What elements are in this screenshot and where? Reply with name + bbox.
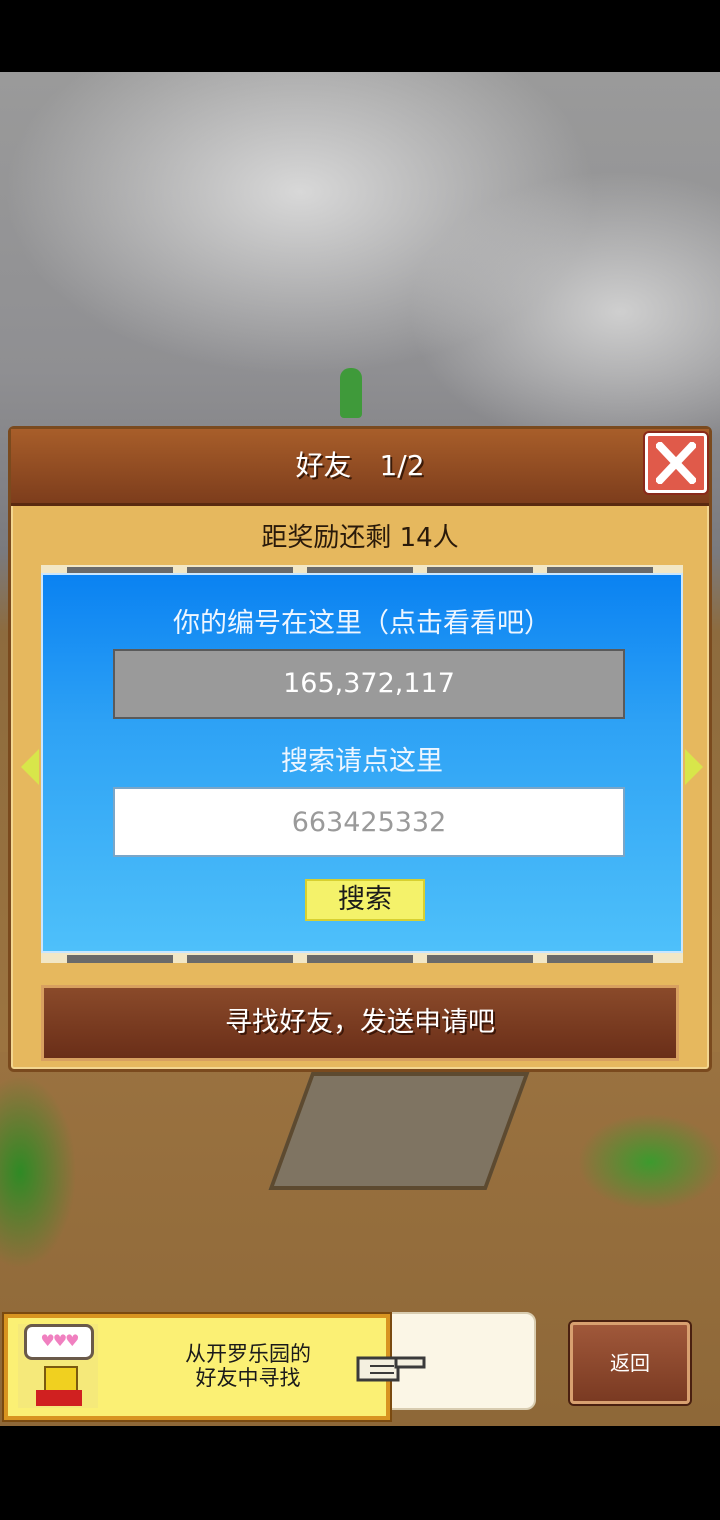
close-button[interactable] <box>645 433 707 493</box>
back-button[interactable]: 返回 <box>570 1322 690 1404</box>
next-page-arrow-icon[interactable] <box>685 749 703 785</box>
friend-id-search-input[interactable] <box>113 787 625 857</box>
hint-text: 从开罗乐园的 好友中寻找 <box>158 1342 338 1390</box>
dialog-title: 好友 1/2 <box>295 449 425 482</box>
cactus-sprite <box>340 368 362 418</box>
close-x-icon <box>656 442 696 484</box>
search-button[interactable]: 搜索 <box>305 879 425 921</box>
status-bar <box>0 0 720 72</box>
friend-id-panel: 你的编号在这里（点击看看吧） 165,372,117 搜索请点这里 搜索 <box>41 573 683 953</box>
search-label: 搜索请点这里 <box>281 746 443 777</box>
animal-pen-sprite <box>268 1072 530 1190</box>
friends-dialog: 好友 1/2 距奖励还剩 14人 你的编号在这里（点击看看吧） 165,372,… <box>8 426 712 1072</box>
navigation-bar <box>0 1426 720 1520</box>
panel-rail-bottom <box>41 953 683 963</box>
robot-body-icon <box>36 1390 82 1406</box>
prev-page-arrow-icon[interactable] <box>21 749 39 785</box>
your-id-label[interactable]: 你的编号在这里（点击看看吧） <box>43 601 681 640</box>
hint-line-1: 从开罗乐园的 <box>185 1342 311 1366</box>
kairo-friends-hint[interactable]: ♥♥♥ 从开罗乐园的 好友中寻找 <box>4 1314 390 1420</box>
reward-remaining-text: 距奖励还剩 14人 <box>261 523 459 553</box>
pointing-hand-icon <box>356 1356 426 1382</box>
find-friends-button[interactable]: 寻找好友，发送申请吧 <box>41 985 679 1061</box>
kairobot-avatar: ♥♥♥ <box>18 1324 98 1408</box>
player-id-display[interactable]: 165,372,117 <box>113 649 625 719</box>
heart-speech-bubble: ♥♥♥ <box>24 1324 94 1360</box>
hint-line-2: 好友中寻找 <box>195 1366 301 1390</box>
